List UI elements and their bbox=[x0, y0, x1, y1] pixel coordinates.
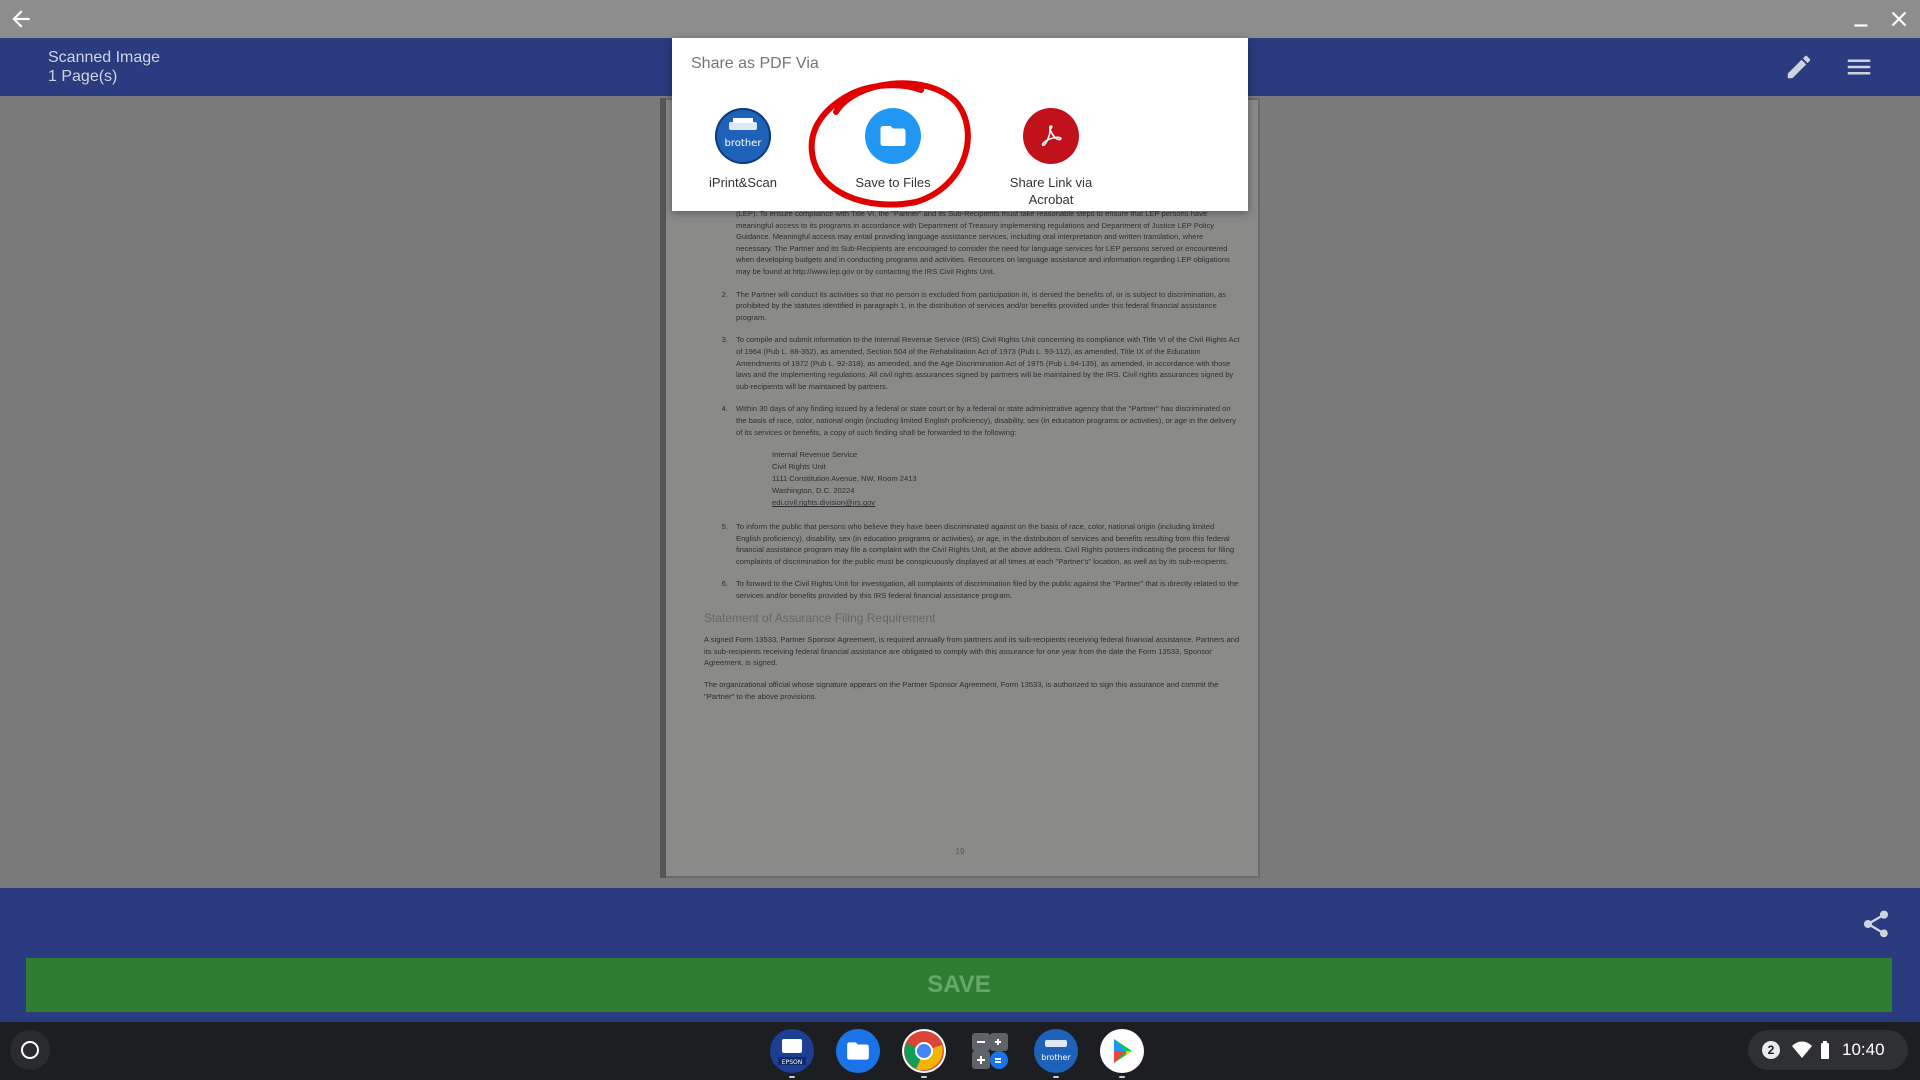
list-item: 4. Within 30 days of any finding issued … bbox=[704, 403, 1240, 438]
address-email: edi.civil.rights.division@irs.gov bbox=[772, 498, 876, 508]
page-text: (LEP). To ensure compliance with Title V… bbox=[704, 208, 1240, 712]
calculator-icon[interactable] bbox=[968, 1029, 1012, 1073]
pencil-icon[interactable] bbox=[1784, 52, 1814, 82]
hamburger-menu-icon[interactable] bbox=[1844, 52, 1874, 82]
option-label: Share Link via Acrobat bbox=[1009, 175, 1093, 207]
shelf-apps: EPSON brother bbox=[770, 1029, 1144, 1078]
list-item: 6. To forward to the Civil Rights Unit f… bbox=[704, 578, 1240, 601]
page-count: 1 Page(s) bbox=[48, 68, 118, 85]
share-icon[interactable] bbox=[1860, 908, 1892, 940]
svg-text:EPSON: EPSON bbox=[782, 1059, 802, 1066]
header-title-block: Scanned Image 1 Page(s) bbox=[48, 48, 160, 86]
address-line: Civil Rights Unit bbox=[772, 462, 826, 472]
address-line: Washington, D.C. 20224 bbox=[772, 486, 855, 496]
item-text: Within 30 days of any finding issued by … bbox=[736, 404, 1237, 437]
item-text: The Partner will conduct its activities … bbox=[736, 289, 1227, 322]
share-option-acrobat[interactable]: Share Link via Acrobat bbox=[986, 108, 1116, 208]
acrobat-icon[interactable] bbox=[1023, 108, 1079, 164]
svg-text:brother: brother bbox=[1041, 1053, 1071, 1062]
launcher-circle-icon[interactable] bbox=[10, 1030, 50, 1070]
chrome-icon[interactable] bbox=[902, 1029, 946, 1078]
address-line: Internal Revenue Service bbox=[772, 450, 858, 460]
item-text: To compile and submit information to the… bbox=[736, 335, 1240, 391]
paragraph: A signed Form 13533, Partner Sponsor Agr… bbox=[704, 635, 1240, 668]
list-item: 5. To inform the public that persons who… bbox=[704, 521, 1240, 567]
address-block: Internal Revenue Service Civil Rights Un… bbox=[772, 449, 1240, 509]
epson-app-icon[interactable]: EPSON bbox=[770, 1029, 814, 1078]
item-number: 4. bbox=[721, 404, 728, 414]
notification-count-badge: 2 bbox=[1762, 1041, 1780, 1059]
item-text: (LEP). To ensure compliance with Title V… bbox=[736, 209, 1230, 276]
share-option-iprint-scan[interactable]: brother iPrint&Scan bbox=[678, 108, 808, 191]
close-icon[interactable] bbox=[1886, 6, 1912, 32]
minimize-icon[interactable] bbox=[1848, 6, 1874, 32]
item-number: 5. bbox=[721, 522, 728, 532]
list-item: 3. To compile and submit information to … bbox=[704, 334, 1240, 392]
dialog-title: Share as PDF Via bbox=[691, 55, 819, 72]
share-pdf-dialog: Share as PDF Via brother iPrint&Scan Sav… bbox=[672, 38, 1248, 211]
list-item: 2. The Partner will conduct its activiti… bbox=[704, 289, 1240, 324]
status-tray[interactable]: 2 10:40 bbox=[1748, 1030, 1908, 1070]
brother-app-icon[interactable]: brother bbox=[715, 108, 771, 164]
document-preview-area: (LEP). To ensure compliance with Title V… bbox=[0, 96, 1920, 888]
window-titlebar bbox=[0, 0, 1920, 38]
scanned-page: (LEP). To ensure compliance with Title V… bbox=[660, 98, 1260, 878]
folder-icon[interactable] bbox=[865, 108, 921, 164]
play-store-icon[interactable] bbox=[1100, 1029, 1144, 1078]
battery-icon bbox=[1821, 1041, 1829, 1059]
page-edge bbox=[660, 98, 666, 878]
bottom-action-bar: SAVE bbox=[0, 888, 1920, 1022]
item-number bbox=[704, 208, 736, 278]
item-text: To forward to the Civil Rights Unit for … bbox=[736, 579, 1239, 601]
list-item: (LEP). To ensure compliance with Title V… bbox=[704, 208, 1240, 278]
item-number: 2. bbox=[721, 289, 728, 299]
arrow-left-icon[interactable] bbox=[8, 6, 34, 32]
brother-app-icon[interactable]: brother bbox=[1034, 1029, 1078, 1078]
paragraph: The organizational official whose signat… bbox=[704, 680, 1219, 701]
option-label: iPrint&Scan bbox=[709, 175, 777, 190]
system-shelf: EPSON brother 2 10:40 bbox=[0, 1022, 1920, 1080]
files-app-icon[interactable] bbox=[836, 1029, 880, 1073]
option-label: Save to Files bbox=[855, 175, 931, 190]
address-line: 1111 Constitution Avenue, NW, Room 2413 bbox=[772, 474, 917, 484]
clock-time: 10:40 bbox=[1842, 1040, 1885, 1059]
save-button[interactable]: SAVE bbox=[26, 958, 1892, 1012]
item-number: 6. bbox=[721, 579, 728, 589]
item-number: 3. bbox=[721, 335, 728, 345]
page-number: 19 bbox=[955, 847, 965, 856]
share-option-save-to-files[interactable]: Save to Files bbox=[828, 108, 958, 191]
page-title: Scanned Image bbox=[48, 49, 161, 66]
svg-text:brother: brother bbox=[725, 138, 763, 149]
section-heading: Statement of Assurance Filing Requiremen… bbox=[704, 610, 936, 625]
wifi-icon bbox=[1792, 1041, 1812, 1058]
item-text: To inform the public that persons who be… bbox=[736, 522, 1235, 566]
